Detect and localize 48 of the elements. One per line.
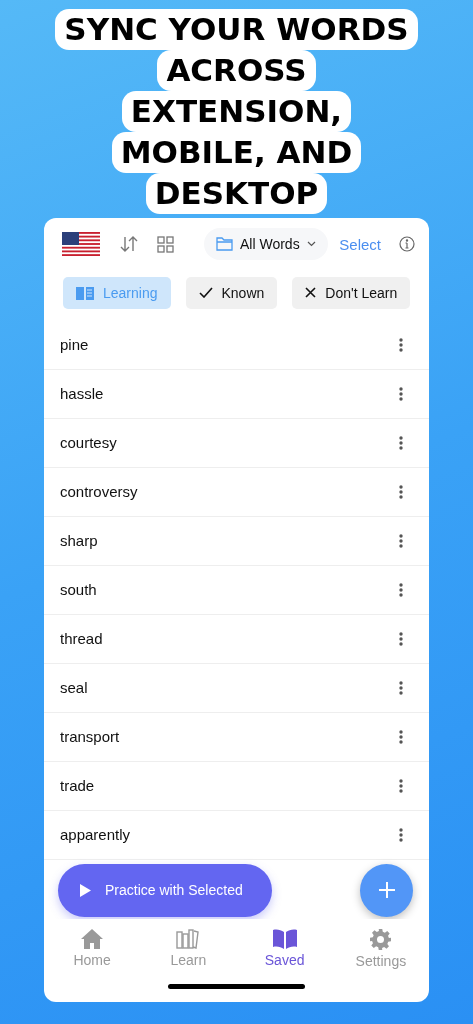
more-icon[interactable] bbox=[399, 827, 403, 842]
more-icon[interactable] bbox=[399, 631, 403, 646]
plus-icon bbox=[378, 882, 395, 899]
open-book-icon bbox=[272, 928, 297, 949]
more-icon[interactable] bbox=[399, 582, 403, 597]
folder-dropdown[interactable]: All Words bbox=[204, 228, 328, 261]
book-icon bbox=[76, 285, 94, 300]
sort-icon[interactable] bbox=[120, 236, 138, 253]
play-icon bbox=[80, 883, 91, 897]
chevron-down-icon bbox=[306, 241, 316, 248]
more-icon[interactable] bbox=[399, 484, 403, 499]
more-icon[interactable] bbox=[399, 533, 403, 548]
filter-tab[interactable]: Known bbox=[185, 276, 278, 309]
filter-tab[interactable]: Don't Learn bbox=[292, 276, 411, 309]
close-icon bbox=[305, 287, 317, 299]
more-icon[interactable] bbox=[399, 435, 403, 450]
more-icon[interactable] bbox=[399, 680, 403, 695]
headline-line: EXTENSION, bbox=[121, 90, 352, 132]
grid-icon[interactable] bbox=[157, 235, 174, 253]
more-icon[interactable] bbox=[399, 778, 403, 793]
check-icon bbox=[198, 287, 213, 299]
more-icon[interactable] bbox=[399, 729, 403, 744]
word-text[interactable]: seal bbox=[60, 679, 88, 697]
word-text[interactable]: trade bbox=[60, 777, 95, 795]
headline-line: ACROSS bbox=[157, 49, 316, 91]
word-text[interactable]: sharp bbox=[60, 532, 98, 550]
add-button[interactable] bbox=[360, 863, 413, 917]
folder-icon bbox=[216, 237, 233, 252]
books-icon bbox=[176, 928, 201, 949]
word-text[interactable]: south bbox=[60, 581, 97, 599]
more-icon[interactable] bbox=[399, 386, 403, 401]
info-icon[interactable] bbox=[399, 236, 415, 253]
gear-icon bbox=[370, 928, 392, 950]
practice-button[interactable]: Practice with Selected bbox=[58, 863, 272, 917]
word-text[interactable]: transport bbox=[60, 728, 120, 746]
word-text[interactable]: hassle bbox=[60, 385, 104, 403]
headline-line: SYNC YOUR WORDS bbox=[55, 8, 418, 50]
more-icon[interactable] bbox=[399, 337, 403, 352]
word-text[interactable]: pine bbox=[60, 336, 89, 354]
word-text[interactable]: thread bbox=[60, 630, 103, 648]
house-icon bbox=[81, 928, 104, 949]
word-text[interactable]: courtesy bbox=[60, 434, 117, 452]
headline-line: DESKTOP bbox=[145, 172, 328, 214]
tab-bar-item[interactable]: Saved bbox=[236, 928, 333, 980]
word-text[interactable]: apparently bbox=[60, 826, 131, 844]
headline-line: MOBILE, AND bbox=[111, 131, 362, 173]
flag-icon[interactable] bbox=[62, 232, 100, 257]
word-text[interactable]: controversy bbox=[60, 483, 138, 501]
